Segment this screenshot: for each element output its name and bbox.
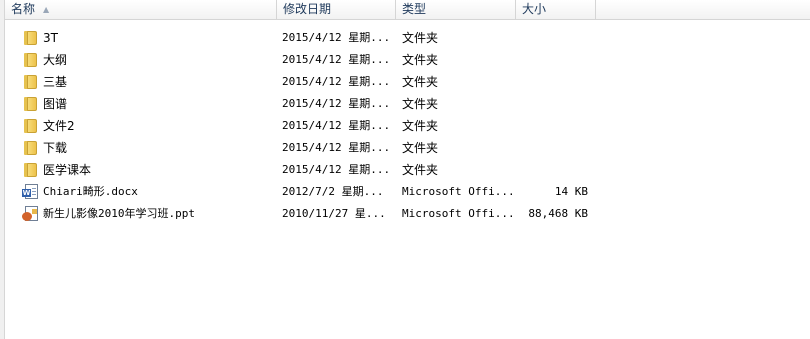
file-name[interactable]: 新生儿影像2010年学习班.ppt bbox=[43, 203, 275, 225]
file-date: 2010/11/27 星... bbox=[282, 207, 386, 220]
word-document-icon: W bbox=[22, 184, 38, 199]
file-name[interactable]: 大纲 bbox=[43, 49, 275, 71]
powerpoint-document-icon bbox=[22, 206, 38, 221]
file-row[interactable]: 3T 2015/4/12 星期... 文件夹 bbox=[5, 27, 810, 49]
file-name[interactable]: 下载 bbox=[43, 137, 275, 159]
file-date: 2015/4/12 星期... bbox=[282, 141, 391, 154]
file-date: 2015/4/12 星期... bbox=[282, 97, 391, 110]
file-size bbox=[520, 71, 588, 93]
file-name[interactable]: 文件2 bbox=[43, 115, 275, 137]
column-header-date[interactable]: 修改日期 bbox=[277, 0, 396, 19]
file-row[interactable]: 大纲 2015/4/12 星期... 文件夹 bbox=[5, 49, 810, 71]
file-name[interactable]: 图谱 bbox=[43, 93, 275, 115]
file-row[interactable]: 医学课本 2015/4/12 星期... 文件夹 bbox=[5, 159, 810, 181]
folder-icon bbox=[23, 162, 39, 178]
file-size bbox=[520, 115, 588, 137]
folder-icon bbox=[23, 118, 39, 134]
folder-icon bbox=[23, 140, 39, 156]
sort-ascending-icon: ▲ bbox=[43, 5, 50, 14]
file-date: 2015/4/12 星期... bbox=[282, 31, 391, 44]
column-header-type[interactable]: 类型 bbox=[396, 0, 516, 19]
folder-icon bbox=[23, 30, 39, 46]
file-name[interactable]: 医学课本 bbox=[43, 159, 275, 181]
file-type: 文件夹 bbox=[402, 31, 439, 45]
file-size bbox=[520, 49, 588, 71]
file-row[interactable]: 新生儿影像2010年学习班.ppt 2010/11/27 星... Microsof… bbox=[5, 203, 810, 225]
file-name[interactable]: 三基 bbox=[43, 71, 275, 93]
file-size: 14 KB bbox=[554, 185, 588, 198]
folder-icon bbox=[23, 96, 39, 112]
column-header-name-label: 名称 bbox=[11, 2, 36, 16]
file-type: 文件夹 bbox=[402, 141, 439, 155]
file-date: 2012/7/2 星期... bbox=[282, 185, 384, 198]
column-header-name[interactable]: 名称 ▲ bbox=[5, 0, 277, 19]
file-size bbox=[520, 27, 588, 49]
file-row[interactable]: 文件2 2015/4/12 星期... 文件夹 bbox=[5, 115, 810, 137]
column-header-size-label: 大小 bbox=[522, 2, 547, 16]
file-name[interactable]: 3T bbox=[43, 27, 275, 49]
file-type: 文件夹 bbox=[402, 119, 439, 133]
file-size bbox=[520, 137, 588, 159]
column-header-size[interactable]: 大小 bbox=[516, 0, 596, 19]
file-type: Microsoft Offi... bbox=[402, 185, 514, 198]
file-date: 2015/4/12 星期... bbox=[282, 119, 391, 132]
file-size: 88,468 KB bbox=[528, 207, 588, 220]
file-type: 文件夹 bbox=[402, 97, 439, 111]
file-row[interactable]: 三基 2015/4/12 星期... 文件夹 bbox=[5, 71, 810, 93]
file-date: 2015/4/12 星期... bbox=[282, 75, 391, 88]
file-row[interactable]: 图谱 2015/4/12 星期... 文件夹 bbox=[5, 93, 810, 115]
folder-icon bbox=[23, 52, 39, 68]
file-size bbox=[520, 93, 588, 115]
file-type: 文件夹 bbox=[402, 75, 439, 89]
file-date: 2015/4/12 星期... bbox=[282, 53, 391, 66]
file-date: 2015/4/12 星期... bbox=[282, 163, 391, 176]
file-name[interactable]: Chiari畸形.docx bbox=[43, 181, 275, 203]
column-header-date-label: 修改日期 bbox=[283, 2, 332, 16]
column-header-bar: 名称 ▲ 修改日期 类型 大小 bbox=[5, 0, 810, 20]
file-row[interactable]: 下载 2015/4/12 星期... 文件夹 bbox=[5, 137, 810, 159]
file-type: 文件夹 bbox=[402, 53, 439, 67]
folder-icon bbox=[23, 74, 39, 90]
file-type: 文件夹 bbox=[402, 163, 439, 177]
column-header-type-label: 类型 bbox=[402, 2, 427, 16]
file-size bbox=[520, 159, 588, 181]
file-row[interactable]: W Chiari畸形.docx 2012/7/2 星期... Microsoft Of… bbox=[5, 181, 810, 203]
file-type: Microsoft Offi... bbox=[402, 207, 514, 220]
